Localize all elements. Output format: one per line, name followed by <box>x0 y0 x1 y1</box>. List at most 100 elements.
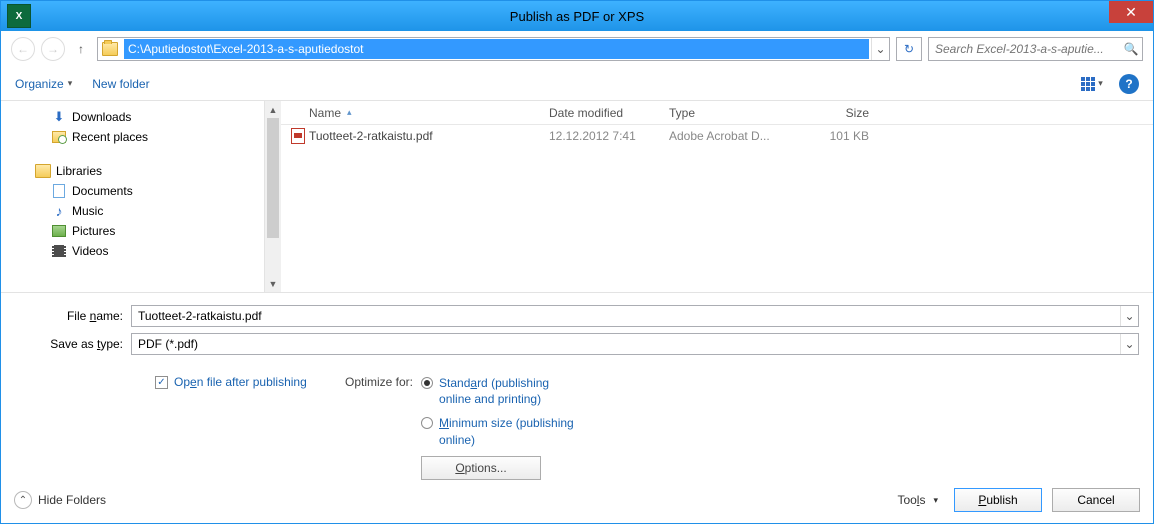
help-icon: ? <box>1125 77 1132 91</box>
file-row[interactable]: Tuotteet-2-ratkaistu.pdf 12.12.2012 7:41… <box>281 125 1153 147</box>
file-date: 12.12.2012 7:41 <box>549 129 669 143</box>
column-header-name[interactable]: Name ▴ <box>309 106 549 120</box>
publish-options: Open file after publishing Optimize for:… <box>1 361 1153 480</box>
sidebar-label: Downloads <box>72 110 131 124</box>
new-folder-label: New folder <box>92 77 149 91</box>
music-icon: ♪ <box>51 203 67 219</box>
filename-input[interactable] <box>132 309 1120 323</box>
scroll-thumb[interactable] <box>267 118 279 238</box>
savetype-value[interactable] <box>132 337 1120 351</box>
file-name: Tuotteet-2-ratkaistu.pdf <box>309 129 549 143</box>
publish-button[interactable]: Publish <box>954 488 1042 512</box>
hide-folders-label: Hide Folders <box>38 493 106 507</box>
forward-button[interactable]: → <box>41 37 65 61</box>
excel-app-icon: X <box>7 4 31 28</box>
chevron-down-icon: ⌄ <box>1124 309 1134 323</box>
sidebar-item-videos[interactable]: Videos <box>11 241 281 261</box>
command-toolbar: Organize ▾ New folder ▾ ? <box>1 67 1153 101</box>
savetype-label: Save as type: <box>15 337 131 351</box>
downloads-icon: ⬇ <box>51 109 67 125</box>
open-after-checkbox[interactable] <box>155 376 168 389</box>
sidebar-label: Libraries <box>56 164 102 178</box>
address-path[interactable]: C:\Aputiedostot\Excel-2013-a-s-aputiedos… <box>124 39 869 59</box>
sidebar-label: Music <box>72 204 103 218</box>
optimize-minimum-row[interactable]: Minimum size (publishing online) <box>421 415 579 447</box>
arrow-up-icon: ↑ <box>78 42 84 56</box>
chevron-down-icon: ▾ <box>68 78 73 89</box>
back-button[interactable]: ← <box>11 37 35 61</box>
new-folder-button[interactable]: New folder <box>92 77 149 91</box>
open-after-checkbox-row[interactable]: Open file after publishing <box>155 375 345 389</box>
close-icon: ✕ <box>1125 4 1137 21</box>
optimize-minimum-radio[interactable] <box>421 417 433 429</box>
recent-places-icon <box>51 129 67 145</box>
column-header-size[interactable]: Size <box>789 106 889 120</box>
chevron-down-icon: ▾ <box>933 495 938 506</box>
chevron-down-icon: ⌄ <box>1124 337 1134 351</box>
pdf-file-icon <box>287 128 309 144</box>
optimize-minimum-label: Minimum size (publishing online) <box>439 415 579 447</box>
organize-label: Organize <box>15 77 64 91</box>
save-fields: File name: ⌄ Save as type: ⌄ <box>1 293 1153 355</box>
address-dropdown[interactable]: ⌄ <box>871 38 889 60</box>
dialog-footer: ⌃ Hide Folders Tools ▾ Publish Cancel <box>0 476 1154 524</box>
column-header-type[interactable]: Type <box>669 106 789 120</box>
file-list: Name ▴ Date modified Type Size Tuotteet-… <box>281 101 1153 292</box>
navigation-pane: ⬇ Downloads Recent places Libraries Docu… <box>1 101 281 292</box>
refresh-icon: ↻ <box>904 42 914 56</box>
arrow-right-icon: → <box>47 42 59 56</box>
search-icon: 🔍 <box>1120 42 1142 56</box>
hide-folders-button[interactable]: ⌃ Hide Folders <box>14 491 106 509</box>
address-bar[interactable]: C:\Aputiedostot\Excel-2013-a-s-aputiedos… <box>97 37 890 61</box>
folder-icon <box>102 42 118 56</box>
sidebar-label: Pictures <box>72 224 115 238</box>
documents-icon <box>51 183 67 199</box>
scroll-down-arrow[interactable]: ▼ <box>265 275 281 292</box>
options-btn-label-ul: O <box>455 461 464 475</box>
close-button[interactable]: ✕ <box>1109 1 1153 23</box>
column-label: Name <box>309 106 341 120</box>
sidebar-item-pictures[interactable]: Pictures <box>11 221 281 241</box>
search-box[interactable]: 🔍 <box>928 37 1143 61</box>
view-mode-button[interactable]: ▾ <box>1073 73 1111 95</box>
sidebar-label: Videos <box>72 244 108 258</box>
file-list-header: Name ▴ Date modified Type Size <box>281 101 1153 125</box>
optimize-standard-radio[interactable] <box>421 377 433 389</box>
scroll-up-arrow[interactable]: ▲ <box>265 101 281 118</box>
search-input[interactable] <box>929 42 1120 56</box>
optimize-for-label: Optimize for: <box>345 375 413 389</box>
cancel-label: Cancel <box>1077 493 1114 507</box>
savetype-combobox[interactable]: ⌄ <box>131 333 1139 355</box>
sidebar-item-recent[interactable]: Recent places <box>11 127 281 147</box>
videos-icon <box>51 243 67 259</box>
publish-label: Publish <box>978 493 1017 507</box>
tools-menu[interactable]: Tools ▾ <box>891 493 944 507</box>
filename-combobox[interactable]: ⌄ <box>131 305 1139 327</box>
sort-ascending-icon: ▴ <box>347 107 352 118</box>
chevron-up-icon: ⌃ <box>14 491 32 509</box>
filename-label: File name: <box>15 309 131 323</box>
optimize-standard-row[interactable]: Standard (publishing online and printing… <box>421 375 579 407</box>
sidebar-item-music[interactable]: ♪ Music <box>11 201 281 221</box>
sidebar-scrollbar[interactable]: ▲ ▼ <box>264 101 281 292</box>
sidebar-item-downloads[interactable]: ⬇ Downloads <box>11 107 281 127</box>
optimize-standard-label: Standard (publishing online and printing… <box>439 375 579 407</box>
help-button[interactable]: ? <box>1119 74 1139 94</box>
options-btn-label: ptions... <box>465 461 507 475</box>
column-header-date[interactable]: Date modified <box>549 106 669 120</box>
up-button[interactable]: ↑ <box>71 39 91 59</box>
file-type: Adobe Acrobat D... <box>669 129 789 143</box>
tools-label: Tools <box>897 493 925 507</box>
file-size: 101 KB <box>789 129 889 143</box>
pictures-icon <box>51 223 67 239</box>
filename-dropdown[interactable]: ⌄ <box>1120 306 1138 326</box>
sidebar-item-libraries[interactable]: Libraries <box>11 161 281 181</box>
address-toolbar: ← → ↑ C:\Aputiedostot\Excel-2013-a-s-apu… <box>1 31 1153 67</box>
sidebar-item-documents[interactable]: Documents <box>11 181 281 201</box>
sidebar-label: Documents <box>72 184 133 198</box>
savetype-dropdown[interactable]: ⌄ <box>1120 334 1138 354</box>
cancel-button[interactable]: Cancel <box>1052 488 1140 512</box>
organize-menu[interactable]: Organize ▾ <box>15 77 72 91</box>
chevron-down-icon: ⌄ <box>875 42 885 56</box>
refresh-button[interactable]: ↻ <box>896 37 922 61</box>
